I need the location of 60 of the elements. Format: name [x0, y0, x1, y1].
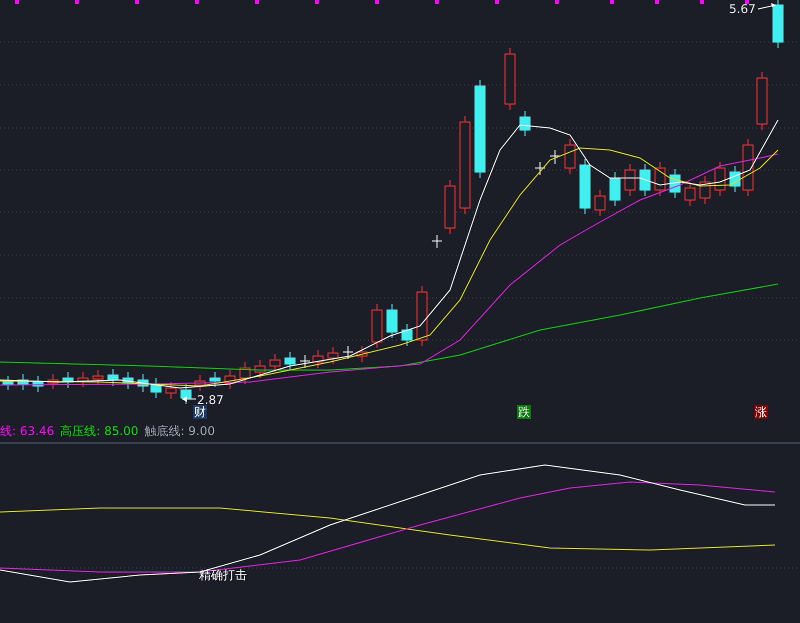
candlestick	[108, 368, 118, 386]
candlestick	[504, 48, 516, 110]
candlestick	[32, 376, 44, 392]
candlestick	[150, 378, 162, 398]
candlestick	[138, 374, 148, 392]
candlestick	[300, 354, 310, 368]
candlestick	[730, 166, 740, 192]
candlestick	[78, 372, 88, 388]
candlestick	[240, 362, 250, 384]
candlestick	[2, 376, 14, 390]
candlestick	[224, 370, 236, 390]
indicator-legend-value: 高压线: 85.00	[60, 422, 138, 440]
candlestick	[342, 346, 354, 360]
price-label: 2.87	[197, 393, 224, 407]
candlestick	[772, 0, 784, 48]
candlestick	[534, 162, 546, 176]
candlestick	[62, 372, 74, 388]
candlestick	[402, 324, 412, 346]
candlestick	[48, 374, 58, 390]
signal-badge: 财	[193, 405, 207, 419]
candlestick	[700, 176, 710, 204]
candlestick	[166, 382, 176, 400]
high-arrow	[758, 3, 776, 10]
candlestick	[444, 180, 456, 234]
candlestick	[640, 164, 650, 196]
candlestick	[194, 374, 206, 392]
candlestick	[122, 372, 134, 390]
candlestick	[670, 168, 680, 198]
low-arrow	[182, 396, 196, 402]
candlestick	[684, 182, 696, 206]
candlestick	[742, 138, 754, 196]
candlestick	[580, 158, 590, 214]
candlestick	[432, 234, 442, 248]
candlestick	[284, 352, 296, 370]
candlestick	[386, 304, 398, 338]
candlestick	[180, 384, 192, 404]
candlestick	[254, 360, 266, 378]
candlestick	[312, 350, 324, 368]
candlestick	[210, 372, 220, 388]
candlestick	[18, 374, 28, 390]
candlestick	[610, 172, 620, 206]
candlestick	[92, 370, 104, 386]
price-label: 5.67	[729, 2, 756, 16]
candlestick	[416, 286, 428, 346]
candlestick	[550, 150, 560, 164]
candlestick	[564, 138, 576, 174]
candlestick	[594, 190, 606, 216]
candlestick	[356, 346, 368, 362]
candlestick	[654, 162, 666, 196]
candlestick	[270, 354, 280, 372]
indicator-legend-value: 线: 63.46	[0, 422, 54, 440]
candlestick	[624, 164, 636, 196]
candlestick	[756, 72, 768, 130]
candlestick	[328, 346, 338, 364]
candlestick	[372, 304, 382, 348]
signal-badge: 涨	[754, 405, 768, 419]
candlestick	[714, 162, 726, 196]
indicator-legend-value: 触底线: 9.00	[144, 422, 216, 440]
candlestick	[520, 110, 530, 136]
signal-badge: 跌	[517, 405, 531, 419]
